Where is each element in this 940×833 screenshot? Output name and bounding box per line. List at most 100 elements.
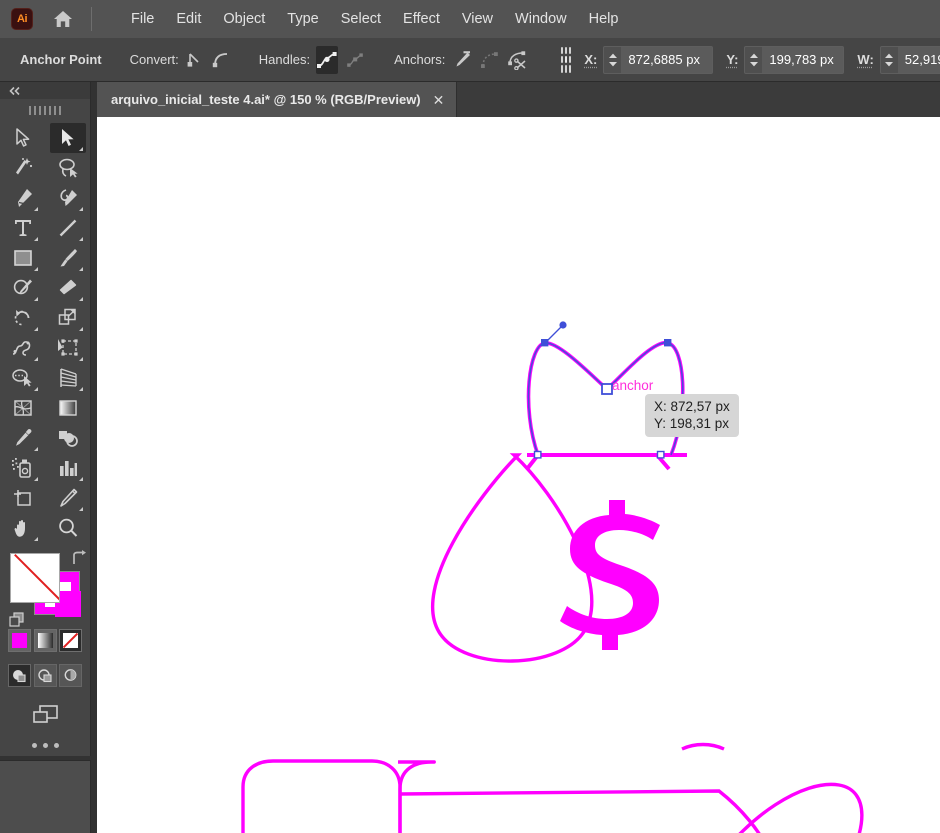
menu-item-file[interactable]: File	[120, 7, 165, 31]
tools-panel	[0, 82, 91, 756]
edit-toolbar-button[interactable]	[25, 743, 65, 748]
rotate-tool[interactable]	[5, 303, 41, 333]
menu-item-effect[interactable]: Effect	[392, 7, 451, 31]
show-handles-icon[interactable]	[316, 46, 338, 74]
shaper-tool[interactable]	[5, 273, 41, 303]
remove-anchor-icon[interactable]	[451, 46, 473, 74]
direct-selection-tool[interactable]	[50, 123, 86, 153]
w-stepper[interactable]	[880, 46, 898, 74]
artboard-tool[interactable]	[5, 483, 41, 513]
dollar-sign-glyph	[560, 500, 660, 650]
selection-tool[interactable]	[5, 123, 41, 153]
width-tool[interactable]	[5, 333, 41, 363]
color-button[interactable]	[8, 629, 31, 652]
menu-divider	[91, 7, 92, 31]
menu-item-object[interactable]: Object	[212, 7, 276, 31]
artboard-canvas[interactable]: anchor X: 872,57 px Y: 198,31 px	[97, 117, 940, 833]
menu-item-window[interactable]: Window	[504, 7, 578, 31]
menu-item-help[interactable]: Help	[578, 7, 630, 31]
menu-item-view[interactable]: View	[451, 7, 504, 31]
width-field-group: W: 52,9198	[857, 46, 940, 74]
y-input[interactable]: 199,783 px	[762, 46, 844, 74]
gradient-swatch-icon	[38, 633, 53, 648]
document-tab[interactable]: arquivo_inicial_teste 4.ai* @ 150 % (RGB…	[97, 82, 457, 117]
perspective-grid-tool[interactable]	[50, 363, 86, 393]
y-position-field-group: Y: 199,783 px	[726, 46, 844, 74]
none-button[interactable]	[59, 629, 82, 652]
draw-inside-icon	[62, 667, 79, 684]
hand-tool[interactable]	[5, 513, 41, 543]
fill-swatch[interactable]	[10, 553, 60, 603]
w-input[interactable]: 52,9198	[898, 46, 940, 74]
swap-fill-stroke-icon[interactable]	[70, 550, 88, 571]
reference-point-grid-icon[interactable]	[561, 47, 571, 73]
rectangle-tool[interactable]	[5, 243, 41, 273]
eraser-tool[interactable]	[50, 273, 86, 303]
anchor-point	[542, 340, 548, 346]
x-stepper[interactable]	[603, 46, 621, 74]
close-icon[interactable]: ✕	[433, 93, 445, 107]
symbol-sprayer-tool[interactable]	[5, 453, 41, 483]
gradient-tool[interactable]	[50, 393, 86, 423]
lasso-tool[interactable]	[50, 153, 86, 183]
tool-flyout-indicator	[34, 297, 38, 301]
control-bar: Anchor Point Convert: Handles: Anchors: …	[0, 38, 940, 82]
scale-tool[interactable]	[50, 303, 86, 333]
direction-handle-point	[559, 321, 566, 328]
none-swatch-icon	[63, 633, 78, 648]
draw-inside-button[interactable]	[59, 664, 82, 687]
ellipsis-icon	[54, 743, 59, 748]
menu-item-select[interactable]: Select	[330, 7, 392, 31]
money-bag-body-path	[433, 455, 592, 661]
connect-anchors-icon[interactable]	[479, 46, 501, 74]
cut-path-at-anchor-icon[interactable]	[507, 46, 531, 74]
draw-normal-button[interactable]	[8, 664, 31, 687]
menu-item-type[interactable]: Type	[276, 7, 329, 31]
anchor-point	[665, 340, 671, 346]
anchors-label: Anchors:	[394, 52, 445, 67]
pen-tool[interactable]	[5, 183, 41, 213]
column-graph-tool[interactable]	[50, 453, 86, 483]
illustrator-window: Ai File Edit Object Type Select Effect V…	[0, 0, 940, 833]
tools-panel-header	[0, 82, 90, 99]
convert-label: Convert:	[130, 52, 179, 67]
app-logo[interactable]: Ai	[11, 8, 33, 30]
x-input[interactable]: 872,6885 px	[621, 46, 713, 74]
slice-tool[interactable]	[50, 483, 86, 513]
paintbrush-tool[interactable]	[50, 243, 86, 273]
hide-handles-icon[interactable]	[344, 46, 366, 74]
shape-builder-tool[interactable]	[5, 363, 41, 393]
tool-flyout-indicator	[34, 537, 38, 541]
convert-to-corner-icon[interactable]	[185, 46, 205, 74]
tool-flyout-indicator	[79, 387, 83, 391]
line-segment-tool[interactable]	[50, 213, 86, 243]
color-mode-buttons	[8, 629, 82, 652]
menu-item-edit[interactable]: Edit	[165, 7, 212, 31]
context-label: Anchor Point	[20, 52, 102, 67]
x-label: X:	[584, 52, 597, 67]
curvature-tool[interactable]	[50, 183, 86, 213]
y-label: Y:	[726, 52, 738, 67]
zoom-tool[interactable]	[50, 513, 86, 543]
mesh-tool[interactable]	[5, 393, 41, 423]
tool-flyout-indicator	[79, 507, 83, 511]
eyedropper-tool[interactable]	[5, 423, 41, 453]
anchor-point	[658, 452, 664, 458]
panel-drag-handle[interactable]	[0, 103, 90, 117]
w-label: W:	[857, 52, 873, 67]
tool-flyout-indicator	[79, 237, 83, 241]
draw-behind-button[interactable]	[34, 664, 57, 687]
convert-to-smooth-icon[interactable]	[211, 46, 231, 74]
y-stepper[interactable]	[744, 46, 762, 74]
change-screen-mode-button[interactable]	[28, 701, 62, 727]
tool-grid	[0, 123, 90, 543]
free-transform-tool[interactable]	[50, 333, 86, 363]
handles-label: Handles:	[259, 52, 310, 67]
double-chevron-left-icon	[8, 86, 22, 96]
home-icon[interactable]	[51, 7, 75, 31]
type-tool[interactable]	[5, 213, 41, 243]
magic-wand-tool[interactable]	[5, 153, 41, 183]
blend-tool[interactable]	[50, 423, 86, 453]
x-position-field-group: X: 872,6885 px	[584, 46, 713, 74]
gradient-button[interactable]	[34, 629, 57, 652]
